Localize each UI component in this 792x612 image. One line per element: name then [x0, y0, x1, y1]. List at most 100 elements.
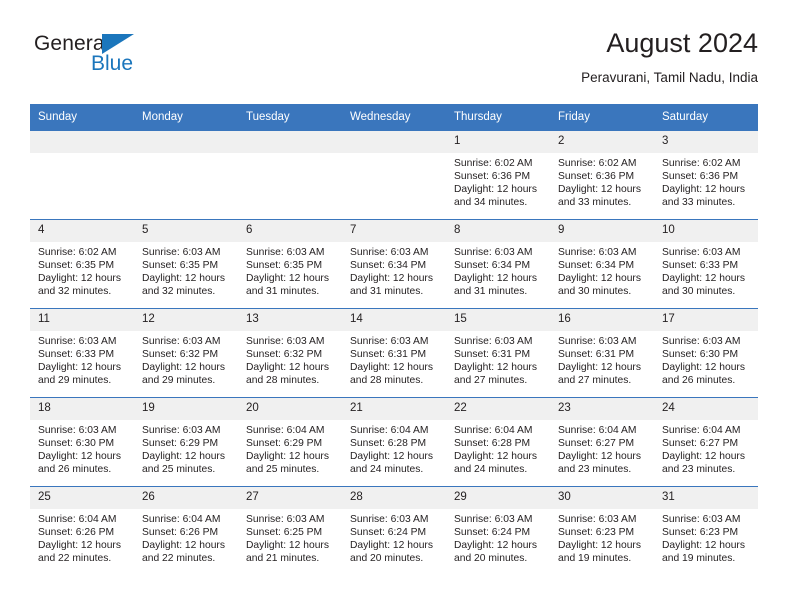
day-detail-sunrise: Sunrise: 6:03 AM: [350, 514, 429, 525]
day-number: 18: [30, 398, 134, 420]
day-number: 1: [446, 131, 550, 153]
day-detail-sunset: Sunset: 6:27 PM: [558, 438, 635, 450]
day-detail-daylight-line2: and 33 minutes.: [558, 197, 632, 209]
day-detail-daylight-line2: and 33 minutes.: [662, 197, 736, 209]
calendar-day-cell[interactable]: 11 Sunrise: 6:03 AM Sunset: 6:33 PM Dayligh…: [30, 308, 134, 398]
calendar-day-cell[interactable]: 9 Sunrise: 6:03 AM Sunset: 6:34 PM Daylight…: [550, 219, 654, 309]
day-cell-content: 20 Sunrise: 6:04 AM Sunset: 6:29 PM Dayligh…: [238, 398, 342, 486]
day-detail-daylight-line1: Daylight: 12 hours: [142, 273, 225, 285]
calendar-day-cell[interactable]: 6 Sunrise: 6:03 AM Sunset: 6:35 PM Daylight…: [238, 219, 342, 309]
day-detail-sunset: Sunset: 6:35 PM: [38, 260, 115, 272]
calendar-day-cell[interactable]: 13 Sunrise: 6:03 AM Sunset: 6:32 PM Dayligh…: [238, 308, 342, 398]
day-detail-daylight-line1: Daylight: 12 hours: [558, 184, 641, 196]
day-detail-sunset: Sunset: 6:26 PM: [38, 527, 115, 539]
day-cell-content: 6 Sunrise: 6:03 AM Sunset: 6:35 PM Daylight…: [238, 220, 342, 308]
day-detail-sunrise: Sunrise: 6:03 AM: [662, 247, 741, 258]
calendar-day-cell[interactable]: 20 Sunrise: 6:04 AM Sunset: 6:29 PM Dayligh…: [238, 397, 342, 487]
calendar-day-cell[interactable]: 21 Sunrise: 6:04 AM Sunset: 6:28 PM Dayligh…: [342, 397, 446, 487]
day-number: 3: [654, 131, 758, 153]
day-detail-daylight-line2: and 28 minutes.: [350, 375, 424, 387]
day-detail-daylight-line2: and 20 minutes.: [350, 553, 424, 565]
day-detail-daylight-line2: and 19 minutes.: [662, 553, 736, 565]
day-detail-sunrise: Sunrise: 6:03 AM: [246, 514, 325, 525]
calendar-empty-cell: [30, 130, 134, 220]
day-number: 26: [134, 487, 238, 509]
calendar-day-cell[interactable]: 7 Sunrise: 6:03 AM Sunset: 6:34 PM Daylight…: [342, 219, 446, 309]
day-details: Sunrise: 6:03 AM Sunset: 6:35 PM Daylight:…: [134, 242, 238, 298]
calendar-empty-cell: [342, 130, 446, 220]
day-detail-sunrise: Sunrise: 6:02 AM: [662, 158, 741, 169]
day-detail-sunset: Sunset: 6:33 PM: [662, 260, 739, 272]
day-detail-daylight-line2: and 30 minutes.: [558, 286, 632, 298]
day-detail-sunset: Sunset: 6:29 PM: [142, 438, 219, 450]
calendar-day-cell[interactable]: 23 Sunrise: 6:04 AM Sunset: 6:27 PM Dayligh…: [550, 397, 654, 487]
day-number: 24: [654, 398, 758, 420]
calendar-day-cell[interactable]: 8 Sunrise: 6:03 AM Sunset: 6:34 PM Daylight…: [446, 219, 550, 309]
calendar-day-cell[interactable]: 28 Sunrise: 6:03 AM Sunset: 6:24 PM Dayligh…: [342, 486, 446, 575]
calendar-day-cell[interactable]: 22 Sunrise: 6:04 AM Sunset: 6:28 PM Dayligh…: [446, 397, 550, 487]
calendar-day-cell[interactable]: 29 Sunrise: 6:03 AM Sunset: 6:24 PM Dayligh…: [446, 486, 550, 575]
day-details: Sunrise: 6:03 AM Sunset: 6:32 PM Daylight:…: [134, 331, 238, 387]
day-detail-sunset: Sunset: 6:23 PM: [662, 527, 739, 539]
calendar-day-cell[interactable]: 19 Sunrise: 6:03 AM Sunset: 6:29 PM Dayligh…: [134, 397, 238, 487]
day-detail-daylight-line1: Daylight: 12 hours: [38, 451, 121, 463]
day-cell-content: 12 Sunrise: 6:03 AM Sunset: 6:32 PM Dayligh…: [134, 309, 238, 397]
brand-logo[interactable]: General Blue: [34, 32, 234, 88]
day-cell-content: 22 Sunrise: 6:04 AM Sunset: 6:28 PM Dayligh…: [446, 398, 550, 486]
day-number: 10: [654, 220, 758, 242]
day-cell-content: 26 Sunrise: 6:04 AM Sunset: 6:26 PM Dayligh…: [134, 487, 238, 575]
day-cell-content: 14 Sunrise: 6:03 AM Sunset: 6:31 PM Dayligh…: [342, 309, 446, 397]
calendar-day-cell[interactable]: 16 Sunrise: 6:03 AM Sunset: 6:31 PM Dayligh…: [550, 308, 654, 398]
calendar-day-cell[interactable]: 31 Sunrise: 6:03 AM Sunset: 6:23 PM Dayligh…: [654, 486, 758, 575]
calendar-day-cell[interactable]: 26 Sunrise: 6:04 AM Sunset: 6:26 PM Dayligh…: [134, 486, 238, 575]
calendar-day-cell[interactable]: 18 Sunrise: 6:03 AM Sunset: 6:30 PM Dayligh…: [30, 397, 134, 487]
day-detail-sunset: Sunset: 6:31 PM: [350, 349, 427, 361]
day-number: 31: [654, 487, 758, 509]
day-details: Sunrise: 6:03 AM Sunset: 6:34 PM Daylight:…: [342, 242, 446, 298]
day-detail-daylight-line1: Daylight: 12 hours: [558, 540, 641, 552]
calendar-day-cell[interactable]: 15 Sunrise: 6:03 AM Sunset: 6:31 PM Dayligh…: [446, 308, 550, 398]
day-cell-content: 19 Sunrise: 6:03 AM Sunset: 6:29 PM Dayligh…: [134, 398, 238, 486]
calendar-day-cell[interactable]: 25 Sunrise: 6:04 AM Sunset: 6:26 PM Dayligh…: [30, 486, 134, 575]
day-details: Sunrise: 6:03 AM Sunset: 6:24 PM Daylight:…: [446, 509, 550, 565]
day-cell-content: 25 Sunrise: 6:04 AM Sunset: 6:26 PM Dayligh…: [30, 487, 134, 575]
day-details: Sunrise: 6:03 AM Sunset: 6:24 PM Daylight:…: [342, 509, 446, 565]
day-detail-sunrise: Sunrise: 6:04 AM: [142, 514, 221, 525]
calendar-day-cell[interactable]: 3 Sunrise: 6:02 AM Sunset: 6:36 PM Daylight…: [654, 130, 758, 220]
day-details: Sunrise: 6:03 AM Sunset: 6:31 PM Daylight:…: [342, 331, 446, 387]
day-number: 7: [342, 220, 446, 242]
calendar-day-cell[interactable]: 1 Sunrise: 6:02 AM Sunset: 6:36 PM Daylight…: [446, 130, 550, 220]
day-details: Sunrise: 6:04 AM Sunset: 6:28 PM Daylight:…: [342, 420, 446, 476]
calendar-day-cell[interactable]: 27 Sunrise: 6:03 AM Sunset: 6:25 PM Dayligh…: [238, 486, 342, 575]
calendar-day-cell[interactable]: 12 Sunrise: 6:03 AM Sunset: 6:32 PM Dayligh…: [134, 308, 238, 398]
day-detail-daylight-line1: Daylight: 12 hours: [246, 540, 329, 552]
calendar-day-cell[interactable]: 24 Sunrise: 6:04 AM Sunset: 6:27 PM Dayligh…: [654, 397, 758, 487]
calendar-day-cell[interactable]: 30 Sunrise: 6:03 AM Sunset: 6:23 PM Dayligh…: [550, 486, 654, 575]
day-details: Sunrise: 6:02 AM Sunset: 6:36 PM Daylight:…: [654, 153, 758, 209]
day-number: 17: [654, 309, 758, 331]
calendar-day-cell[interactable]: 14 Sunrise: 6:03 AM Sunset: 6:31 PM Dayligh…: [342, 308, 446, 398]
day-number: 8: [446, 220, 550, 242]
day-detail-daylight-line2: and 23 minutes.: [662, 464, 736, 476]
day-detail-daylight-line1: Daylight: 12 hours: [246, 362, 329, 374]
calendar-day-cell[interactable]: 2 Sunrise: 6:02 AM Sunset: 6:36 PM Daylight…: [550, 130, 654, 220]
calendar-day-cell[interactable]: 10 Sunrise: 6:03 AM Sunset: 6:33 PM Dayligh…: [654, 219, 758, 309]
calendar-week-row: 25 Sunrise: 6:04 AM Sunset: 6:26 PM Dayligh…: [30, 486, 758, 575]
day-details: Sunrise: 6:02 AM Sunset: 6:36 PM Daylight:…: [446, 153, 550, 209]
day-detail-daylight-line2: and 31 minutes.: [454, 286, 528, 298]
day-detail-daylight-line1: Daylight: 12 hours: [454, 273, 537, 285]
calendar-day-cell[interactable]: 4 Sunrise: 6:02 AM Sunset: 6:35 PM Daylight…: [30, 219, 134, 309]
day-details: [134, 153, 238, 157]
day-detail-daylight-line1: Daylight: 12 hours: [350, 451, 433, 463]
day-detail-daylight-line1: Daylight: 12 hours: [454, 362, 537, 374]
day-detail-sunrise: Sunrise: 6:04 AM: [246, 425, 325, 436]
day-detail-sunset: Sunset: 6:24 PM: [454, 527, 531, 539]
day-detail-sunset: Sunset: 6:26 PM: [142, 527, 219, 539]
calendar-day-cell[interactable]: 17 Sunrise: 6:03 AM Sunset: 6:30 PM Dayligh…: [654, 308, 758, 398]
day-detail-sunset: Sunset: 6:27 PM: [662, 438, 739, 450]
day-details: Sunrise: 6:04 AM Sunset: 6:26 PM Daylight:…: [134, 509, 238, 565]
calendar-day-cell[interactable]: 5 Sunrise: 6:03 AM Sunset: 6:35 PM Daylight…: [134, 219, 238, 309]
day-detail-sunset: Sunset: 6:29 PM: [246, 438, 323, 450]
day-details: Sunrise: 6:04 AM Sunset: 6:26 PM Daylight:…: [30, 509, 134, 565]
day-cell-content: [238, 131, 342, 219]
